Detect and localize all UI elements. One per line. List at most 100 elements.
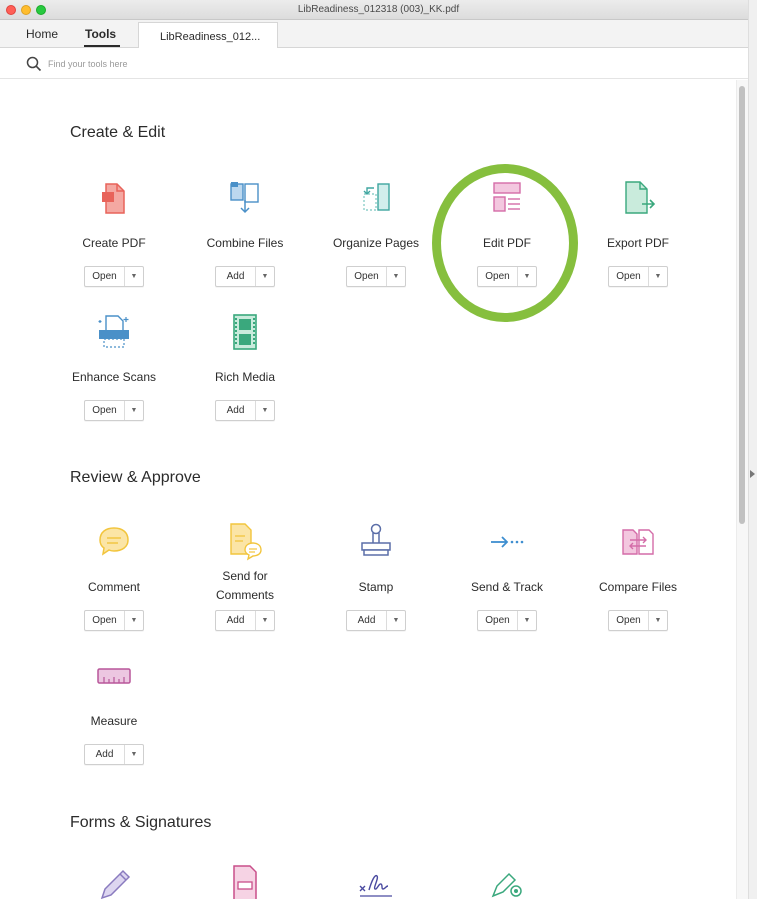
tool-label: Compare Files	[598, 580, 678, 594]
open-button[interactable]: Open	[478, 267, 518, 286]
tab-tools[interactable]: Tools	[85, 27, 116, 41]
chevron-down-icon[interactable]: ▼	[256, 401, 274, 420]
tool-comment[interactable]: Comment Open ▼	[59, 522, 169, 637]
export-pdf-icon	[625, 181, 656, 214]
tool-label: Send & Track	[470, 580, 544, 594]
chevron-down-icon[interactable]: ▼	[518, 267, 536, 286]
tab-document[interactable]: LibReadiness_012...	[138, 22, 278, 49]
add-button[interactable]: Add	[216, 267, 256, 286]
tool-stamp[interactable]: Stamp Add ▼	[321, 522, 431, 637]
tool-action-button[interactable]: Open ▼	[346, 266, 406, 287]
chevron-down-icon[interactable]: ▼	[518, 611, 536, 630]
tool-label: Comment	[87, 580, 140, 594]
tool-combine-files[interactable]: Combine Files Add ▼	[190, 178, 300, 293]
right-panel-edge	[748, 0, 757, 899]
stamp-icon	[361, 523, 391, 556]
chevron-down-icon[interactable]: ▼	[256, 267, 274, 286]
tool-action-button[interactable]: Open ▼	[477, 266, 537, 287]
tool-send-for-comments[interactable]: Send for Comments Add ▼	[190, 522, 300, 637]
tool-label-line-1: Send for	[222, 569, 268, 583]
tool-send-for-signature[interactable]	[321, 864, 431, 899]
tool-fill-sign[interactable]	[59, 864, 169, 899]
tool-prepare-form[interactable]	[190, 864, 300, 899]
open-button[interactable]: Open	[85, 267, 125, 286]
section-title-create-edit: Create & Edit	[70, 124, 166, 141]
tool-action-button[interactable]: Open ▼	[84, 610, 144, 631]
tool-compare-files[interactable]: Compare Files Open ▼	[583, 522, 693, 637]
prepare-form-icon	[233, 865, 257, 899]
chevron-down-icon[interactable]: ▼	[387, 267, 405, 286]
tool-rich-media[interactable]: Rich Media Add ▼	[190, 312, 300, 427]
tool-label: Rich Media	[214, 370, 276, 384]
tab-home[interactable]: Home	[26, 27, 58, 41]
combine-files-icon	[230, 182, 259, 214]
expand-panel-icon[interactable]	[750, 470, 755, 478]
tool-label: Combine Files	[206, 236, 284, 250]
search-icon[interactable]	[26, 56, 42, 72]
tool-edit-pdf[interactable]: Edit PDF Open ▼	[452, 178, 562, 293]
tool-label: Edit PDF	[482, 236, 531, 250]
tool-action-button[interactable]: Add ▼	[346, 610, 406, 631]
send-for-signature-icon	[359, 874, 392, 897]
tool-action-button[interactable]: Open ▼	[84, 266, 144, 287]
tool-action-button[interactable]: Open ▼	[84, 400, 144, 421]
tool-label: Measure	[90, 714, 138, 728]
tool-export-pdf[interactable]: Export PDF Open ▼	[583, 178, 693, 293]
fill-sign-icon	[100, 869, 131, 899]
open-button[interactable]: Open	[85, 401, 125, 420]
window-title: LibReadiness_012318 (003)_KK.pdf	[297, 4, 460, 15]
tool-label: Export PDF	[606, 236, 669, 250]
edit-pdf-icon	[493, 182, 521, 212]
add-button[interactable]: Add	[85, 745, 125, 764]
section-title-review-approve: Review & Approve	[70, 469, 201, 486]
tool-action-button[interactable]: Add ▼	[215, 610, 275, 631]
tool-label-line-2: Comments	[215, 588, 274, 602]
section-title-forms-signatures: Forms & Signatures	[70, 814, 212, 831]
certificates-icon	[491, 872, 522, 898]
tool-search-bar	[0, 48, 757, 79]
chevron-down-icon[interactable]: ▼	[125, 401, 143, 420]
tool-create-pdf[interactable]: Create PDF Open ▼	[59, 178, 169, 293]
rich-media-icon	[233, 314, 257, 350]
chevron-down-icon[interactable]: ▼	[256, 611, 274, 630]
tool-action-button[interactable]: Add ▼	[215, 266, 275, 287]
chevron-down-icon[interactable]: ▼	[125, 745, 143, 764]
active-tab-indicator	[84, 45, 120, 47]
organize-pages-icon	[363, 183, 390, 211]
window-titlebar: LibReadiness_012318 (003)_KK.pdf	[0, 0, 757, 20]
tool-organize-pages[interactable]: Organize Pages Open ▼	[321, 178, 431, 293]
search-input[interactable]	[48, 55, 348, 73]
chevron-down-icon[interactable]: ▼	[649, 611, 667, 630]
chevron-down-icon[interactable]: ▼	[649, 267, 667, 286]
send-track-icon	[491, 536, 524, 548]
chevron-down-icon[interactable]: ▼	[125, 267, 143, 286]
tool-action-button[interactable]: Add ▼	[215, 400, 275, 421]
tool-action-button[interactable]: Open ▼	[608, 266, 668, 287]
tool-action-button[interactable]: Open ▼	[477, 610, 537, 631]
open-button[interactable]: Open	[609, 267, 649, 286]
add-button[interactable]: Add	[216, 401, 256, 420]
tool-label: Enhance Scans	[71, 370, 157, 384]
tool-label: Create PDF	[82, 236, 146, 250]
add-button[interactable]: Add	[347, 611, 387, 630]
enhance-scans-icon	[98, 315, 129, 348]
tool-certificates[interactable]	[452, 864, 562, 899]
open-button[interactable]: Open	[85, 611, 125, 630]
tool-action-button[interactable]: Add ▼	[84, 744, 144, 765]
chevron-down-icon[interactable]: ▼	[387, 611, 405, 630]
scrollbar-thumb[interactable]	[739, 86, 745, 524]
open-button[interactable]: Open	[347, 267, 387, 286]
create-pdf-icon	[102, 183, 125, 214]
tool-send-track[interactable]: Send & Track Open ▼	[452, 522, 562, 637]
tool-enhance-scans[interactable]: Enhance Scans Open ▼	[59, 312, 169, 427]
add-button[interactable]: Add	[216, 611, 256, 630]
tool-label: Organize Pages	[332, 236, 420, 250]
comment-icon	[99, 527, 129, 556]
send-for-comments-icon	[230, 523, 262, 561]
open-button[interactable]: Open	[478, 611, 518, 630]
chevron-down-icon[interactable]: ▼	[125, 611, 143, 630]
tab-bar: Home Tools LibReadiness_012...	[0, 20, 757, 49]
open-button[interactable]: Open	[609, 611, 649, 630]
tool-measure[interactable]: Measure Add ▼	[59, 656, 169, 771]
tool-action-button[interactable]: Open ▼	[608, 610, 668, 631]
